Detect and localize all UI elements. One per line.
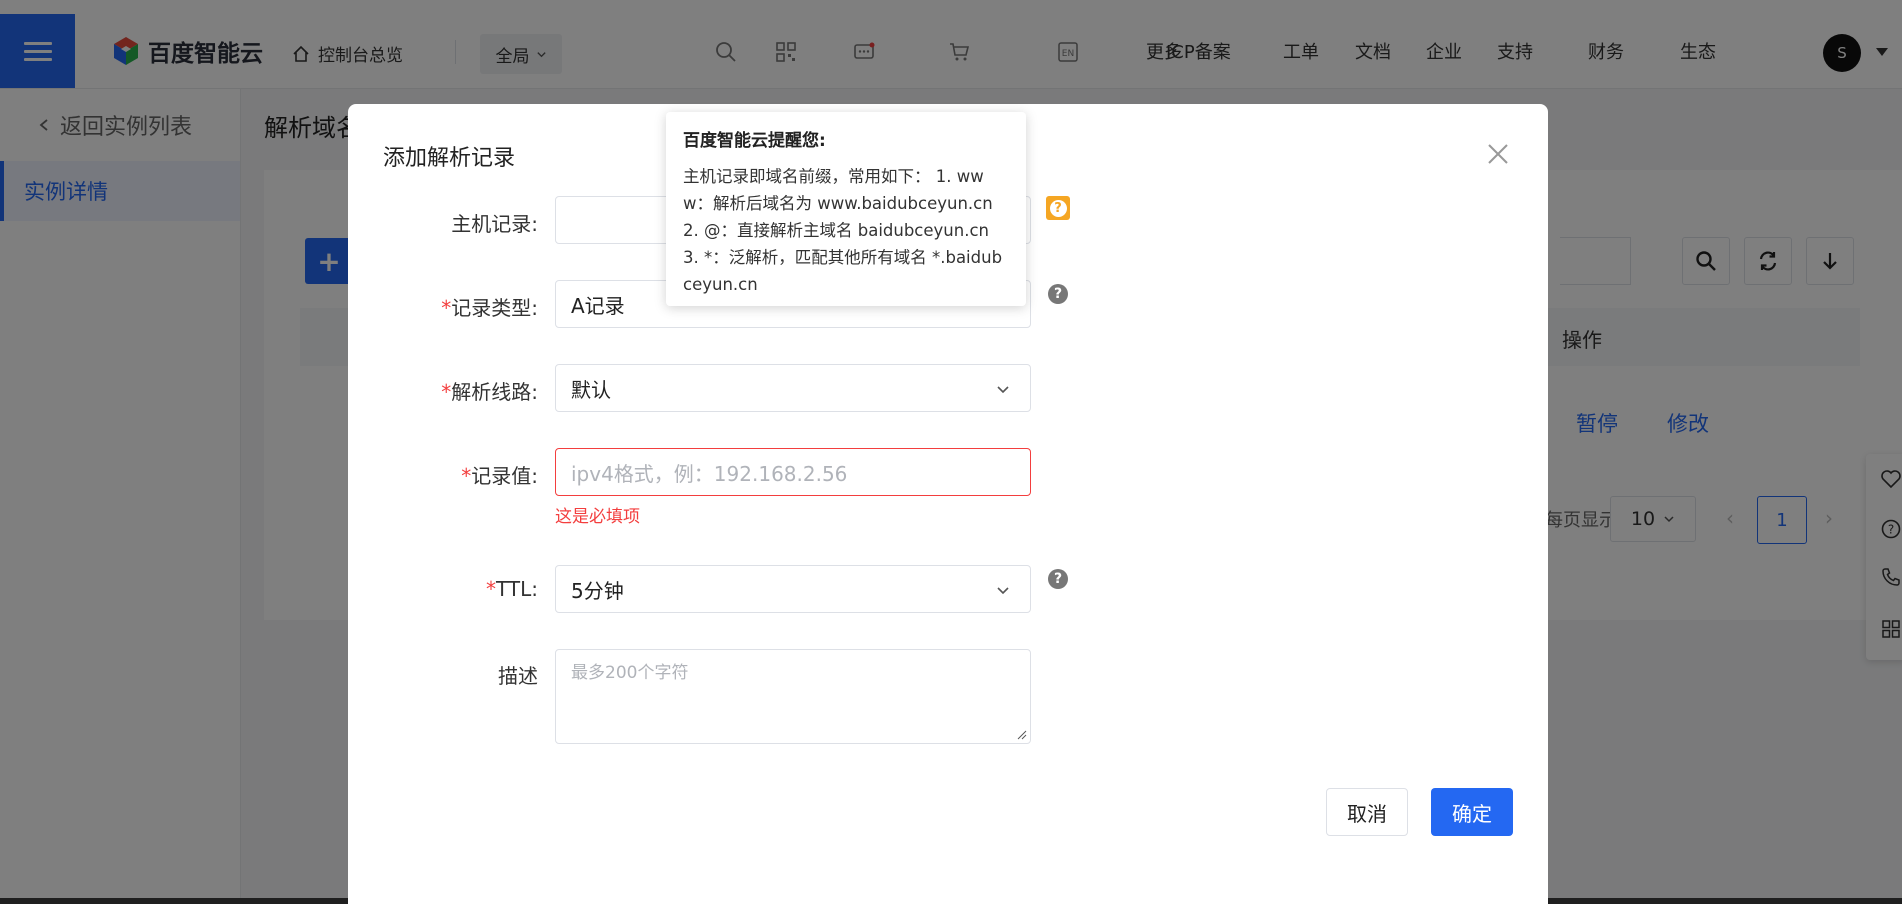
tooltip-title: 百度智能云提醒您: (683, 131, 826, 151)
resolve-line-label-text: 解析线路: (451, 380, 538, 404)
confirm-button-label: 确定 (1452, 801, 1492, 826)
required-mark: * (441, 380, 452, 404)
close-icon[interactable] (1486, 142, 1510, 166)
record-value-placeholder: ipv4格式，例：192.168.2.56 (571, 461, 848, 486)
resolve-line-value: 默认 (571, 377, 611, 402)
record-value-label: *记录值: (368, 460, 538, 489)
description-label-text: 描述 (498, 664, 538, 688)
record-value-error: 这是必填项 (555, 507, 640, 527)
record-value-input[interactable]: ipv4格式，例：192.168.2.56 (555, 448, 1031, 496)
ttl-select[interactable]: 5分钟 (555, 565, 1031, 613)
required-mark: * (441, 296, 452, 320)
ttl-value: 5分钟 (571, 578, 624, 603)
required-mark: * (461, 464, 472, 488)
description-textarea[interactable]: 最多200个字符 (555, 649, 1031, 744)
host-record-tooltip: 百度智能云提醒您: 主机记录即域名前缀，常用如下： 1. www：解析后域名为 … (666, 112, 1026, 306)
description-placeholder: 最多200个字符 (571, 663, 689, 683)
host-record-label-text: 主机记录: (451, 212, 538, 236)
host-record-label: 主机记录: (368, 208, 538, 237)
confirm-button[interactable]: 确定 (1431, 788, 1513, 836)
dialog-title: 添加解析记录 (383, 146, 516, 171)
chevron-down-icon (997, 587, 1009, 595)
ttl-label-text: TTL: (496, 577, 538, 601)
cancel-button-label: 取消 (1347, 801, 1387, 826)
cancel-button[interactable]: 取消 (1326, 788, 1408, 836)
record-type-label: *记录类型: (368, 292, 538, 321)
record-type-help-icon[interactable]: ? (1048, 284, 1068, 304)
resolve-line-select[interactable]: 默认 (555, 364, 1031, 412)
resize-grip-icon[interactable] (1017, 730, 1027, 740)
description-label: 描述 (368, 660, 538, 689)
record-type-value: A记录 (571, 293, 625, 318)
resolve-line-label: *解析线路: (368, 376, 538, 405)
ttl-help-icon[interactable]: ? (1048, 569, 1068, 589)
question-icon: ? (1049, 199, 1067, 217)
chevron-down-icon (997, 386, 1009, 394)
host-record-help-button[interactable]: ? (1046, 196, 1070, 220)
ttl-label: *TTL: (368, 577, 538, 601)
record-type-label-text: 记录类型: (451, 296, 538, 320)
tooltip-body: 主机记录即域名前缀，常用如下： 1. www：解析后域名为 www.baidub… (683, 167, 1003, 294)
record-value-label-text: 记录值: (471, 464, 538, 488)
required-mark: * (486, 577, 497, 601)
